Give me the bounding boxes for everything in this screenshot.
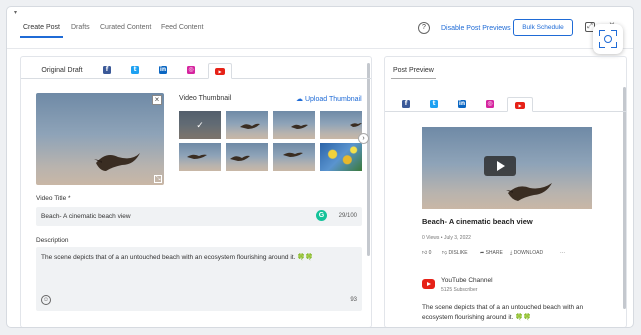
help-icon[interactable]: ? (418, 22, 430, 34)
instagram-icon: ◎ (486, 100, 494, 109)
seagull-image (283, 152, 303, 157)
create-post-window: ▾ Create Post Drafts Curated Content Fee… (6, 6, 634, 328)
preview-tab-instagram[interactable]: ◎ (477, 97, 503, 112)
tab-create-post[interactable]: Create Post (20, 24, 63, 38)
facebook-icon: f (103, 66, 111, 75)
thumbnail-option[interactable] (320, 111, 362, 139)
screenshot-corner-icon (611, 30, 617, 36)
editor-scrollbar[interactable] (367, 63, 370, 256)
seagull-image (187, 154, 207, 159)
channel-subscribers: 5125 Subscriber (441, 287, 478, 293)
linkedin-icon: in (159, 66, 167, 75)
screenshot-button[interactable] (593, 24, 623, 54)
facebook-icon: f (402, 100, 410, 109)
youtube-icon: ▶ (215, 67, 225, 75)
grammarly-icon[interactable]: G (316, 210, 327, 221)
camera-lens-icon (604, 35, 612, 43)
network-tabs: Original Draft f t in ◎ ▶ (21, 63, 371, 79)
preview-network-tabs: f t in ◎ ▶ (385, 97, 626, 112)
tab-drafts[interactable]: Drafts (71, 24, 90, 31)
description-label: Description (36, 237, 69, 244)
seagull-image (240, 123, 260, 129)
upload-thumbnail-link[interactable]: ☁ Upload Thumbnail (296, 95, 362, 103)
video-title-value: Beach- A cinematic beach view (41, 213, 131, 220)
title-char-counter: 29/100 (338, 213, 357, 219)
preview-tab-facebook[interactable]: f (393, 97, 419, 112)
seagull-image (94, 153, 140, 171)
share-button[interactable]: ➦ SHARE (480, 250, 503, 256)
tab-youtube[interactable]: ▶ (208, 63, 232, 79)
thumbnail-option[interactable] (226, 111, 268, 139)
seagull-image (230, 155, 250, 161)
remove-video-icon[interactable]: × (152, 95, 162, 105)
tab-curated-content[interactable]: Curated Content (100, 24, 151, 31)
description-value: The scene depicts that of a an untouched… (41, 254, 314, 261)
description-char-counter: 93 (350, 297, 357, 303)
video-thumbnail-label: Video Thumbnail (179, 95, 232, 102)
thumbnail-option[interactable] (179, 143, 221, 171)
video-title-input[interactable]: Beach- A cinematic beach view G 29/100 (36, 207, 362, 226)
chevron-right-icon[interactable]: › (358, 133, 369, 144)
thumbnail-option[interactable] (320, 143, 362, 171)
video-actions: 👍︎ 0 👎︎ DISLIKE ➦ SHARE ⤓ DOWNLOAD ··· (422, 250, 602, 259)
thumbs-up-icon: 👍︎ (422, 250, 429, 256)
tab-linkedin[interactable]: in (153, 63, 173, 79)
more-options-icon[interactable]: ··· (560, 250, 565, 256)
instagram-icon: ◎ (187, 66, 195, 75)
video-preview: × ⤡ (36, 93, 164, 185)
preview-scrollbar[interactable] (623, 87, 626, 309)
linkedin-icon: in (458, 100, 466, 109)
editor-panel: Original Draft f t in ◎ ▶ × ⤡ Video Thum… (20, 56, 372, 327)
screenshot-corner-icon (599, 42, 605, 48)
tab-original-draft[interactable]: Original Draft (27, 63, 97, 79)
preview-description: The scene depicts that of a an untouched… (422, 304, 584, 321)
screenshot-corner-icon (599, 30, 605, 36)
upload-cloud-icon: ☁ (296, 96, 305, 103)
tab-instagram[interactable]: ◎ (181, 63, 201, 79)
preview-tab-linkedin[interactable]: in (449, 97, 475, 112)
top-nav: Create Post Drafts Curated Content Feed … (7, 7, 633, 54)
preview-panel: Post Preview f t in ◎ ▶ Beach- A cinemat… (384, 56, 627, 327)
thumbnail-option[interactable] (273, 111, 315, 139)
twitter-icon: t (131, 66, 139, 75)
bulk-schedule-button[interactable]: Bulk Schedule (513, 19, 573, 36)
disable-post-previews-link[interactable]: Disable Post Previews (441, 25, 511, 32)
preview-tab-twitter[interactable]: t (421, 97, 447, 112)
emoji-icon[interactable]: ☺ (41, 295, 51, 305)
thumbnail-option[interactable] (179, 111, 221, 139)
thumbnail-option[interactable] (226, 143, 268, 171)
video-title-label: Video Title * (36, 195, 71, 202)
tab-twitter[interactable]: t (125, 63, 145, 79)
resize-icon[interactable]: ⤡ (154, 175, 162, 183)
description-textarea[interactable]: The scene depicts that of a an untouched… (36, 247, 362, 311)
channel-name: YouTube Channel (441, 277, 493, 284)
seagull-image (350, 123, 362, 127)
dislike-button[interactable]: 👎︎ DISLIKE (442, 250, 468, 256)
video-meta: 0 Views • July 3, 2022 (422, 235, 471, 241)
seagull-image (291, 124, 308, 129)
thumbnail-option[interactable] (273, 143, 315, 171)
preview-tab-youtube[interactable]: ▶ (507, 97, 533, 112)
youtube-icon: ▶ (515, 101, 525, 109)
tab-facebook[interactable]: f (97, 63, 117, 79)
download-button[interactable]: ⤓ DOWNLOAD (510, 250, 543, 256)
post-preview-title: Post Preview (391, 67, 436, 79)
twitter-icon: t (430, 100, 438, 109)
screenshot-corner-icon (611, 42, 617, 48)
youtube-logo-icon (422, 279, 435, 289)
preview-video-title: Beach- A cinematic beach view (422, 217, 533, 226)
play-button[interactable] (484, 156, 516, 176)
like-button[interactable]: 👍︎ 0 (422, 250, 431, 256)
youtube-video-player[interactable] (422, 127, 592, 209)
tab-feed-content[interactable]: Feed Content (161, 24, 203, 31)
